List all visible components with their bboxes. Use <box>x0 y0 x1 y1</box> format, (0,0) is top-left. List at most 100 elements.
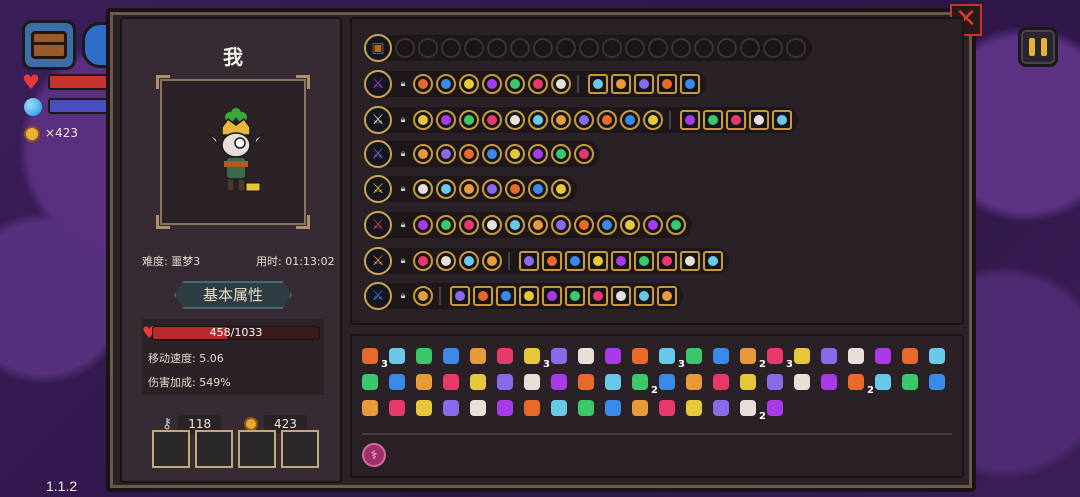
rune-scepter-icon[interactable]: ⚔ <box>364 282 392 310</box>
inventory-item[interactable] <box>630 398 650 418</box>
skill-icon[interactable] <box>459 144 479 164</box>
inventory-item[interactable] <box>468 398 488 418</box>
skill-icon[interactable] <box>436 251 456 271</box>
inventory-item[interactable] <box>684 398 704 418</box>
inventory-chest-button[interactable] <box>22 20 76 70</box>
inventory-item[interactable] <box>900 346 920 366</box>
inventory-item[interactable] <box>414 372 434 392</box>
inventory-item[interactable] <box>468 372 488 392</box>
skill-icon[interactable] <box>436 179 456 199</box>
skill-icon[interactable] <box>551 179 571 199</box>
skill-icon[interactable] <box>459 74 479 94</box>
inventory-item[interactable] <box>738 372 758 392</box>
inventory-item[interactable] <box>657 398 677 418</box>
skill-icon[interactable] <box>413 179 433 199</box>
skill-icon[interactable] <box>436 215 456 235</box>
skill-icon[interactable] <box>496 286 516 306</box>
inventory-item[interactable]: 2 <box>630 372 658 396</box>
inventory-item[interactable] <box>603 346 623 366</box>
equipment-slot[interactable] <box>281 430 319 468</box>
skill-icon[interactable] <box>634 74 654 94</box>
skill-icon[interactable] <box>643 110 663 130</box>
skill-icon[interactable] <box>634 286 654 306</box>
inventory-item[interactable] <box>414 398 434 418</box>
skill-icon[interactable] <box>620 110 640 130</box>
empty-skill-slot[interactable] <box>556 38 576 58</box>
skill-icon[interactable] <box>482 215 502 235</box>
equipment-slot[interactable] <box>152 430 190 468</box>
skill-icon[interactable] <box>726 110 746 130</box>
inventory-item[interactable] <box>657 372 677 392</box>
inventory-item[interactable] <box>495 398 515 418</box>
inventory-item[interactable] <box>576 398 596 418</box>
skill-icon[interactable] <box>703 110 723 130</box>
skill-icon[interactable] <box>574 215 594 235</box>
inventory-item[interactable]: 2 <box>846 372 874 396</box>
inventory-item[interactable] <box>711 372 731 392</box>
skill-icon[interactable] <box>551 110 571 130</box>
skill-icon[interactable] <box>473 286 493 306</box>
skill-icon[interactable] <box>528 215 548 235</box>
skill-icon[interactable] <box>666 215 686 235</box>
inventory-item[interactable] <box>441 372 461 392</box>
skill-icon[interactable] <box>413 286 433 306</box>
inventory-item[interactable] <box>873 372 893 392</box>
inventory-item[interactable] <box>792 372 812 392</box>
skill-icon[interactable] <box>657 286 677 306</box>
skill-icon[interactable] <box>565 286 585 306</box>
ice-staff-icon[interactable]: ⚔ <box>364 211 392 239</box>
skill-icon[interactable] <box>413 251 433 271</box>
inventory-item[interactable]: 3 <box>657 346 685 370</box>
empty-skill-slot[interactable] <box>625 38 645 58</box>
skill-icon[interactable] <box>459 215 479 235</box>
inventory-item[interactable] <box>549 346 569 366</box>
skill-icon[interactable] <box>436 110 456 130</box>
inventory-item[interactable] <box>441 346 461 366</box>
skill-icon[interactable] <box>611 251 631 271</box>
skill-icon[interactable] <box>574 144 594 164</box>
inventory-item[interactable] <box>549 398 569 418</box>
skill-icon[interactable] <box>565 251 585 271</box>
skill-icon[interactable] <box>505 74 525 94</box>
skill-icon[interactable] <box>505 179 525 199</box>
skill-icon[interactable] <box>597 110 617 130</box>
inventory-item[interactable] <box>900 372 920 392</box>
skill-icon[interactable] <box>772 110 792 130</box>
empty-skill-slot[interactable] <box>694 38 714 58</box>
empty-skill-slot[interactable] <box>395 38 415 58</box>
inventory-item[interactable] <box>711 346 731 366</box>
empty-skill-slot[interactable] <box>763 38 783 58</box>
skill-icon[interactable] <box>413 74 433 94</box>
skill-icon[interactable] <box>551 215 571 235</box>
skill-icon[interactable] <box>634 251 654 271</box>
purple-staff-icon[interactable]: ⚔ <box>364 106 392 134</box>
inventory-item[interactable] <box>603 372 623 392</box>
inventory-item[interactable] <box>819 346 839 366</box>
pause-button[interactable] <box>1018 27 1058 67</box>
inventory-item[interactable] <box>360 372 380 392</box>
violet-wand-icon[interactable]: ⚔ <box>364 140 392 168</box>
skill-icon[interactable] <box>482 251 502 271</box>
basic-attributes-button[interactable]: 基本属性 <box>174 281 292 309</box>
skill-icon[interactable] <box>482 179 502 199</box>
inventory-item[interactable] <box>927 346 947 366</box>
skill-icon[interactable] <box>643 215 663 235</box>
inventory-item[interactable] <box>576 346 596 366</box>
inventory-item[interactable] <box>387 398 407 418</box>
skill-icon[interactable] <box>620 215 640 235</box>
inventory-item[interactable]: 3 <box>522 346 550 370</box>
equipment-slot[interactable] <box>238 430 276 468</box>
skill-icon[interactable] <box>459 110 479 130</box>
empty-skill-slot[interactable] <box>740 38 760 58</box>
chest-icon[interactable]: ▣ <box>364 34 392 62</box>
skill-icon[interactable] <box>588 286 608 306</box>
skill-icon[interactable] <box>657 74 677 94</box>
inventory-item[interactable] <box>873 346 893 366</box>
empty-skill-slot[interactable] <box>464 38 484 58</box>
inventory-item[interactable] <box>684 372 704 392</box>
inventory-item[interactable] <box>360 398 380 418</box>
equipment-slot[interactable] <box>195 430 233 468</box>
special-rune-icon[interactable]: ⚕ <box>362 443 386 467</box>
skill-icon[interactable] <box>680 251 700 271</box>
inventory-item[interactable] <box>495 346 515 366</box>
